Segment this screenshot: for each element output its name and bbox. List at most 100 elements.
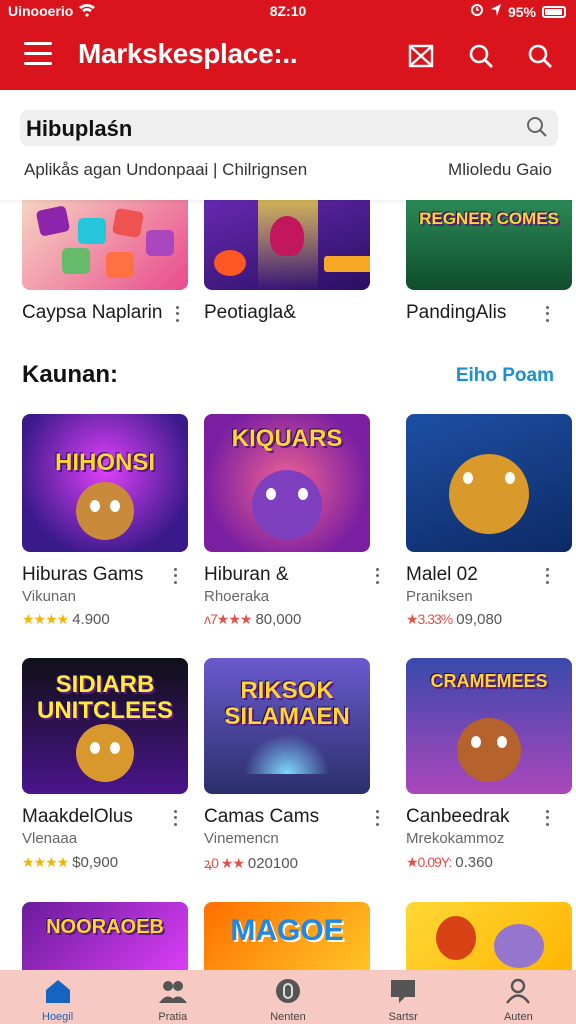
filter-search-icon[interactable] xyxy=(524,40,556,72)
app-tile[interactable]: RIKSOK SILAMAEN xyxy=(204,658,370,794)
app-name[interactable]: Canbeedrak xyxy=(406,806,510,828)
app-artwork: HIHONSI xyxy=(22,414,188,552)
app-rating: ʌ7★★★ 80,000 xyxy=(204,611,301,628)
app-rating: ★★★★ $0,900 xyxy=(22,854,118,871)
filter-chips[interactable]: Aplikås agan Undonpaai | Chilrignsen xyxy=(24,160,307,180)
search-icon[interactable] xyxy=(465,40,497,72)
app-title: Markskesplace:.. xyxy=(78,38,298,69)
rating-stars: ★0.09Y: xyxy=(406,854,452,870)
download-count: $0,900 xyxy=(72,854,119,871)
more-options-icon[interactable] xyxy=(542,304,552,324)
download-count: 80,000 xyxy=(255,611,302,628)
app-artwork xyxy=(204,200,370,290)
nav-label: Sartsr xyxy=(388,1011,418,1023)
rating-stars: ★★★★ xyxy=(22,854,69,870)
app-rating: ꝝ0 ★★ 020100 xyxy=(204,854,298,873)
app-list: REGNER COMES Caypsa Naplarin Peotiagla& … xyxy=(0,200,576,970)
search-input[interactable]: Hibuplaśn xyxy=(20,110,558,146)
app-tile[interactable]: SIDIARB UNITCLEES xyxy=(22,658,188,794)
app-rating: ★3.33% 09,080 xyxy=(406,611,502,628)
nav-chat[interactable]: Sartsr xyxy=(353,970,453,1024)
app-name[interactable]: Hiburas Gams xyxy=(22,564,143,586)
home-icon xyxy=(44,978,72,1009)
app-tile-top-3[interactable]: REGNER COMES xyxy=(406,200,572,290)
nav-badge[interactable]: Nenten xyxy=(238,970,338,1024)
alarm-icon xyxy=(470,3,484,20)
search-icon[interactable] xyxy=(526,116,548,143)
app-artwork-title: NOORAOEB xyxy=(46,916,164,938)
app-artwork: MAGOE xyxy=(204,902,370,970)
more-options-icon[interactable] xyxy=(170,808,180,828)
app-tile[interactable]: KIQUARS xyxy=(204,414,370,552)
mascot-image xyxy=(76,724,134,782)
rating-stars: ★3.33% xyxy=(406,611,453,627)
app-artwork: REGNER COMES xyxy=(406,200,572,290)
more-options-icon[interactable] xyxy=(172,304,182,324)
chat-icon xyxy=(389,978,417,1009)
app-rating: ★0.09Y: 0.360 xyxy=(406,854,493,871)
menu-icon[interactable] xyxy=(24,42,52,68)
rating-stars: ★★★★ xyxy=(22,611,69,627)
nav-home[interactable]: Hoegil xyxy=(8,970,108,1024)
more-options-icon[interactable] xyxy=(542,808,552,828)
mascot-image xyxy=(252,470,322,540)
search-query: Hibuplaśn xyxy=(26,116,133,141)
app-artwork: NOORAOEB xyxy=(22,902,188,970)
nav-profile[interactable]: Auten xyxy=(468,970,568,1024)
battery-percent: 95% xyxy=(507,3,536,20)
app-name[interactable]: MaakdelOlus xyxy=(22,806,133,828)
app-name[interactable]: PandingAlis xyxy=(406,302,506,324)
filter-more[interactable]: Mlioledu Gaio xyxy=(448,160,552,180)
more-options-icon[interactable] xyxy=(372,566,382,586)
status-bar: Uinooerio 8Z:10 95% xyxy=(0,0,576,24)
app-artwork-title: MAGOE xyxy=(230,914,344,947)
section-title: Kaunan: xyxy=(22,361,118,388)
rating-stars: ꝝ0 ★★ xyxy=(204,855,245,871)
search-panel: Hibuplaśn Aplikås agan Undonpaai | Chilr… xyxy=(0,90,576,200)
app-tile[interactable]: NOORAOEB xyxy=(22,902,188,970)
rating-stars: ʌ7★★★ xyxy=(204,611,252,627)
app-developer: Rhoeraka xyxy=(204,588,270,605)
app-artwork-title: RIKSOK SILAMAEN xyxy=(224,677,350,730)
app-tile[interactable] xyxy=(406,414,572,552)
app-tile[interactable]: MAGOE xyxy=(204,902,370,970)
nav-label: Hoegil xyxy=(42,1011,74,1023)
badge-icon xyxy=(274,978,302,1009)
download-count: 0.360 xyxy=(455,854,493,871)
app-artwork-title: KIQUARS xyxy=(231,425,343,452)
app-artwork: SIDIARB UNITCLEES xyxy=(22,658,188,794)
app-artwork: CRAMEMEES xyxy=(406,658,572,794)
app-tile-top-1[interactable] xyxy=(22,200,188,290)
app-developer: Mrekokammoz xyxy=(406,830,505,847)
app-bar: Markskesplace:.. xyxy=(0,28,576,84)
mascot-image xyxy=(449,454,529,534)
see-more-link[interactable]: Eiho Poam xyxy=(456,365,554,387)
app-name[interactable]: Camas Cams xyxy=(204,806,319,828)
top-bar: Uinooerio 8Z:10 95% Markskesplace:.. xyxy=(0,0,576,90)
more-options-icon[interactable] xyxy=(372,808,382,828)
app-tile[interactable] xyxy=(406,902,572,970)
app-artwork-title: HIHONSI xyxy=(54,448,155,476)
person-icon xyxy=(504,978,532,1009)
app-artwork xyxy=(22,200,188,290)
app-developer: Vinemencn xyxy=(204,830,279,847)
download-count: 09,080 xyxy=(456,611,503,628)
app-tile[interactable]: HIHONSI xyxy=(22,414,188,552)
app-name[interactable]: Caypsa Naplarin xyxy=(22,302,162,324)
nav-people[interactable]: Pratia xyxy=(123,970,223,1024)
more-options-icon[interactable] xyxy=(170,566,180,586)
more-options-icon[interactable] xyxy=(542,566,552,586)
app-developer: Praniksen xyxy=(406,588,473,605)
app-artwork-title: SIDIARB UNITCLEES xyxy=(36,671,173,724)
app-artwork: KIQUARS xyxy=(204,414,370,552)
app-developer: Vlenaaa xyxy=(22,830,78,847)
app-name[interactable]: Peotiagla& xyxy=(204,302,296,324)
app-tile[interactable]: CRAMEMEES xyxy=(406,658,572,794)
app-artwork-title: CRAMEMEES xyxy=(430,671,548,691)
app-name[interactable]: Hiburan & xyxy=(204,564,289,586)
app-name[interactable]: Malel 02 xyxy=(406,564,478,586)
app-tile-top-2[interactable] xyxy=(204,200,370,290)
nav-label: Auten xyxy=(503,1011,533,1023)
inbox-icon[interactable] xyxy=(405,40,437,72)
location-icon xyxy=(490,3,502,20)
